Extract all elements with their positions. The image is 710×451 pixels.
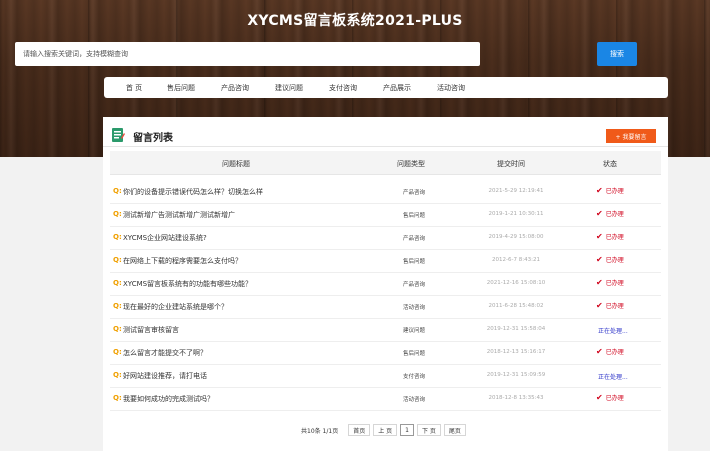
message-title-link[interactable]: 在网络上下载的程序需要怎么支付吗？ <box>123 256 373 266</box>
last-page-button[interactable]: 尾页 <box>443 424 466 436</box>
nav-item-home[interactable]: 首 页 <box>114 83 154 93</box>
column-header-type: 问题类型 <box>397 160 425 168</box>
table-header: 问题标题 问题类型 提交时间 状态 <box>110 151 661 175</box>
message-time: 2021-5-29 12:19:41 <box>488 188 544 194</box>
message-time: 2019-12-31 15:58:04 <box>486 326 546 332</box>
panel-title: 留言列表 <box>133 133 173 144</box>
question-icon: Q: <box>113 371 122 379</box>
message-type: 售后问题 <box>402 351 425 357</box>
status-badge: ✔ 已办理 <box>596 278 624 287</box>
site-title: XYCMS留言板系统2021-PLUS <box>247 13 463 29</box>
column-header-title: 问题标题 <box>222 160 250 168</box>
checkmark-icon: ✔ <box>596 255 603 264</box>
checkmark-icon: ✔ <box>596 393 603 402</box>
message-title-link[interactable]: 你们的设备提示错误代码怎么样？切换怎么样 <box>123 187 373 197</box>
message-type: 活动咨询 <box>402 397 425 403</box>
message-time: 2019-12-31 15:09:59 <box>486 372 546 378</box>
message-time: 2019-4-29 15:08:00 <box>488 234 544 240</box>
message-title-link[interactable]: 好网站建设推荐，请打电话 <box>123 371 373 381</box>
nav-item-payment-inquiry[interactable]: 支付咨询 <box>316 83 370 93</box>
question-icon: Q: <box>113 302 122 310</box>
message-time: 2018-12-13 15:16:17 <box>486 349 546 355</box>
status-badge: ✔ 已办理 <box>596 209 624 218</box>
message-type: 产品咨询 <box>402 282 425 288</box>
message-title-link[interactable]: 怎么留言才能提交不了啊？ <box>123 348 373 358</box>
message-type: 产品咨询 <box>402 190 425 196</box>
message-time: 2011-6-28 15:48:02 <box>488 303 544 309</box>
status-badge: ✔ 已办理 <box>596 186 624 195</box>
table-row: Q: 在网络上下载的程序需要怎么支付吗？ 售后问题 2012-6-7 8:43:… <box>110 250 661 273</box>
status-badge: ✔ 已办理 <box>596 347 624 356</box>
message-time: 2018-12-8 13:35:43 <box>488 395 544 401</box>
next-page-button[interactable]: 下 页 <box>416 424 441 436</box>
question-icon: Q: <box>113 233 122 241</box>
post-message-button[interactable]: + 我要留言 <box>606 129 656 143</box>
message-type: 支付咨询 <box>402 374 425 380</box>
question-icon: Q: <box>113 394 122 402</box>
search-button[interactable]: 搜索 <box>597 42 637 66</box>
question-icon: Q: <box>113 256 122 264</box>
status-badge: ✔ 已办理 <box>596 232 624 241</box>
message-type: 产品咨询 <box>402 236 425 242</box>
question-icon: Q: <box>113 325 122 333</box>
message-time: 2021-12-16 15:08:10 <box>486 280 546 286</box>
question-icon: Q: <box>113 210 122 218</box>
checkmark-icon: ✔ <box>596 347 603 356</box>
table-row: Q: 怎么留言才能提交不了啊？ 售后问题 2018-12-13 15:16:17… <box>110 342 661 365</box>
first-page-button[interactable]: 首页 <box>348 424 371 436</box>
nav-item-activity-inquiry[interactable]: 活动咨询 <box>424 83 478 93</box>
question-icon: Q: <box>113 348 122 356</box>
message-table-body: Q: 你们的设备提示错误代码怎么样？切换怎么样 产品咨询 2021-5-29 1… <box>110 181 661 411</box>
notepad-icon <box>112 128 125 142</box>
main-nav: 首 页 售后问题 产品咨询 建议问题 支付咨询 产品展示 活动咨询 <box>104 77 668 98</box>
nav-item-suggestions[interactable]: 建议问题 <box>262 83 316 93</box>
table-row: Q: 你们的设备提示错误代码怎么样？切换怎么样 产品咨询 2021-5-29 1… <box>110 181 661 204</box>
prev-page-button[interactable]: 上 页 <box>373 424 398 436</box>
checkmark-icon: ✔ <box>596 278 603 287</box>
nav-item-product-inquiry[interactable]: 产品咨询 <box>208 83 262 93</box>
status-badge: 正在处理... <box>598 328 628 335</box>
message-type: 售后问题 <box>402 259 425 265</box>
message-title-link[interactable]: XYCMS企业网站建设系统? <box>123 233 373 243</box>
message-title-link[interactable]: XYCMS留言板系统有的功能有哪些功能？ <box>123 279 373 289</box>
checkmark-icon: ✔ <box>596 209 603 218</box>
checkmark-icon: ✔ <box>596 232 603 241</box>
table-row: Q: 现在最好的企业建站系统是哪个？ 活动咨询 2011-6-28 15:48:… <box>110 296 661 319</box>
status-badge: ✔ 已办理 <box>596 301 624 310</box>
status-badge: ✔ 已办理 <box>596 255 624 264</box>
nav-item-product-showcase[interactable]: 产品展示 <box>370 83 424 93</box>
pagination-info: 共10条 1/1页 <box>301 427 339 435</box>
search-input[interactable] <box>15 42 480 66</box>
table-row: Q: 测试新增广告测试新增广测试新增广 售后问题 2019-1-21 10:30… <box>110 204 661 227</box>
current-page[interactable]: 1 <box>400 424 414 436</box>
panel-header: 留言列表 + 我要留言 <box>103 117 668 147</box>
table-row: Q: 好网站建设推荐，请打电话 支付咨询 2019-12-31 15:09:59… <box>110 365 661 388</box>
message-type: 售后问题 <box>402 213 425 219</box>
checkmark-icon: ✔ <box>596 186 603 195</box>
column-header-status: 状态 <box>603 160 617 168</box>
column-header-time: 提交时间 <box>497 160 525 168</box>
checkmark-icon: ✔ <box>596 301 603 310</box>
question-icon: Q: <box>113 279 122 287</box>
message-title-link[interactable]: 测试留言审核留言 <box>123 325 373 335</box>
table-row: Q: XYCMS留言板系统有的功能有哪些功能？ 产品咨询 2021-12-16 … <box>110 273 661 296</box>
status-badge: 正在处理... <box>598 374 628 381</box>
nav-item-after-sales[interactable]: 售后问题 <box>154 83 208 93</box>
message-time: 2012-6-7 8:43:21 <box>492 257 540 263</box>
message-title-link[interactable]: 测试新增广告测试新增广测试新增广 <box>123 210 373 220</box>
status-badge: ✔ 已办理 <box>596 393 624 402</box>
message-type: 活动咨询 <box>402 305 425 311</box>
message-list-panel: 留言列表 + 我要留言 问题标题 问题类型 提交时间 状态 Q: 你们的设备提示… <box>103 117 668 451</box>
message-type: 建议问题 <box>402 328 425 334</box>
table-row: Q: 我要如何成功的完成测试吗？ 活动咨询 2018-12-8 13:35:43… <box>110 388 661 411</box>
table-row: Q: XYCMS企业网站建设系统? 产品咨询 2019-4-29 15:08:0… <box>110 227 661 250</box>
pagination: 共10条 1/1页 首页 上 页 1 下 页 尾页 <box>301 423 469 437</box>
question-icon: Q: <box>113 187 122 195</box>
message-title-link[interactable]: 我要如何成功的完成测试吗？ <box>123 394 373 404</box>
table-row: Q: 测试留言审核留言 建议问题 2019-12-31 15:58:04 正在处… <box>110 319 661 342</box>
message-title-link[interactable]: 现在最好的企业建站系统是哪个？ <box>123 302 373 312</box>
message-time: 2019-1-21 10:30:11 <box>488 211 544 217</box>
